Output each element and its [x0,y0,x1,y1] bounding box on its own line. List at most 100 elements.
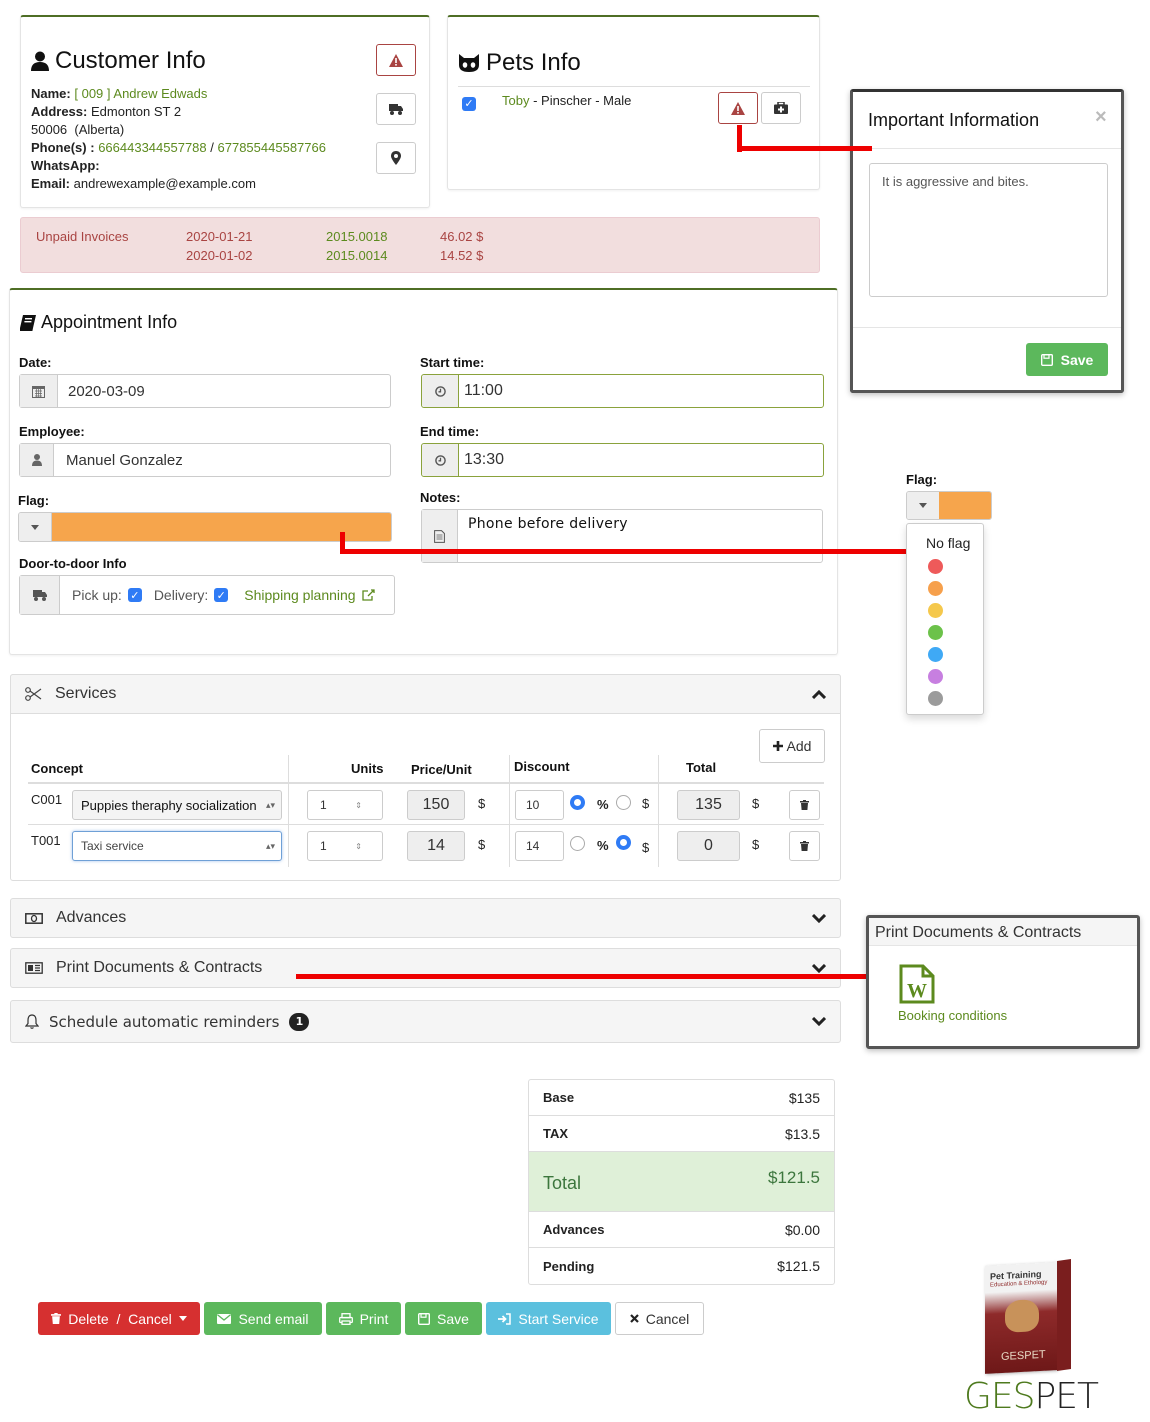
flag-option-color[interactable] [928,669,943,684]
print-docs-section-header[interactable]: Print Documents & Contracts [10,948,841,988]
flag-option-color[interactable] [928,603,943,618]
flag-dropdown-toggle[interactable] [907,492,939,519]
employee-select[interactable]: Manuel Gonzalez [54,444,390,476]
modal-title: Important Information [868,110,1040,130]
end-time-group: 13:30 [421,443,824,477]
customer-info-title: Customer Info [31,47,206,75]
date-label: Date: [19,355,52,370]
invoice-number-link[interactable]: 2015.0018 [326,229,387,244]
start-time-group: 11:00 [421,374,824,408]
invoice-date: 2020-01-21 [186,229,253,244]
user-icon [31,454,42,466]
delete-service-button[interactable] [789,831,820,861]
reminders-section-header[interactable]: Schedule automatic reminders 1 [10,1000,841,1043]
currency-symbol: $ [752,796,760,811]
pets-info-title: Pets Info [458,49,581,77]
flag-dropdown-select[interactable] [906,491,992,520]
connector-line [737,146,872,151]
modal-footer-divider [853,327,1121,328]
discount-percent-radio[interactable] [570,836,585,851]
chevron-down-icon[interactable] [812,963,826,973]
start-time-input[interactable]: 11:00 [459,375,823,407]
modal-save-button[interactable]: Save [1026,343,1108,376]
flag-option-color[interactable] [928,559,943,574]
flag-dropdown-label: Flag: [906,472,938,487]
booking-conditions-link[interactable]: Booking conditions [898,1008,1007,1023]
start-service-button[interactable]: Start Service [486,1302,611,1335]
pet-warning-button[interactable] [718,92,758,124]
flag-option-color[interactable] [928,691,943,706]
service-total-field: 135 [677,790,740,820]
door-to-door-label: Door-to-door Info [19,556,127,571]
flag-option-color[interactable] [928,647,943,662]
important-info-textarea[interactable]: It is aggressive and bites. [869,163,1108,297]
discount-percent-radio[interactable] [570,795,585,810]
save-button[interactable]: Save [405,1302,482,1335]
customer-details: Name: [ 009 ] Andrew Edwads Address: Edm… [31,85,326,193]
customer-warning-button[interactable] [376,44,416,76]
invoice-number-link[interactable]: 2015.0014 [326,248,387,263]
send-email-button[interactable]: Send email [204,1302,322,1335]
box-spine [1057,1259,1071,1371]
external-link-icon [361,589,375,601]
service-units-input[interactable]: 1 ⇕ [307,790,383,820]
select-arrows-icon: ▴▾ [265,840,275,851]
modal-header-divider [853,148,1121,149]
floppy-icon [418,1312,431,1325]
chevron-down-icon[interactable] [812,913,826,923]
product-box-image: Pet Training Education & Ethology GESPET [985,1258,1073,1374]
flag-dropdown-menu: No flag [906,523,984,715]
col-header-units: Units [351,761,384,776]
flag-option-color[interactable] [928,625,943,640]
service-discount-input[interactable]: 14 [515,831,564,861]
col-header-discount: Discount [514,759,570,774]
summary-row-base: Base $135 [529,1080,834,1116]
flag-dropdown-toggle[interactable] [19,513,52,541]
pet-checkbox[interactable]: ✓ [462,95,476,111]
delete-cancel-dropdown-button[interactable]: Delete / Cancel [38,1302,200,1335]
customer-location-button[interactable] [376,142,416,174]
advances-section-header[interactable]: Advances [10,898,841,938]
envelope-icon [217,1313,232,1324]
book-icon [20,314,36,331]
summary-row-total: Total $121.5 [529,1152,834,1212]
column-divider [658,755,659,867]
date-input[interactable]: 2020-03-09 [58,375,390,407]
discount-amount-radio[interactable] [616,835,631,850]
pet-name-link[interactable]: Toby [502,93,529,108]
services-header[interactable]: Services [10,674,841,714]
chevron-up-icon[interactable] [812,689,826,699]
print-button[interactable]: Print [326,1302,401,1335]
pet-medical-button[interactable] [761,92,801,124]
phone-link-1[interactable]: 666443344557788 [98,140,206,155]
cancel-button[interactable]: Cancel [615,1302,704,1335]
delete-service-button[interactable] [789,790,820,820]
phone-link-2[interactable]: 677855445587766 [218,140,326,155]
customer-name-link[interactable]: [ 009 ] Andrew Edwads [74,86,207,101]
spinner-icon[interactable]: ⇕ [355,842,362,851]
service-discount-input[interactable]: 10 [515,790,564,820]
flag-option-color[interactable] [928,581,943,596]
flag-option-none[interactable]: No flag [926,535,970,551]
spinner-icon[interactable]: ⇕ [355,801,362,810]
summary-table: Base $135 TAX $13.5 Total $121.5 Advances $0… [528,1079,835,1285]
shipping-planning-link[interactable]: Shipping planning [244,587,355,603]
customer-delivery-button[interactable] [376,93,416,125]
service-concept-select[interactable]: Taxi service ▴▾ [72,831,282,861]
flag-select[interactable] [18,512,392,542]
box-logo: GESPET [1001,1348,1046,1364]
print-docs-popup-title: Print Documents & Contracts [875,924,1082,941]
select-arrows-icon: ▴▾ [265,799,275,810]
pickup-checkbox[interactable]: ✓ [127,588,142,602]
notes-textarea[interactable]: Phone before delivery [458,510,822,562]
end-time-input[interactable]: 13:30 [459,444,823,476]
modal-close-button[interactable]: × [1095,106,1107,129]
delivery-checkbox[interactable]: ✓ [214,588,229,602]
add-service-button[interactable]: Add [759,729,825,763]
word-document-icon[interactable]: W [899,964,935,1007]
service-concept-select[interactable]: Puppies theraphy socialization ▴▾ [72,790,282,820]
discount-amount-radio[interactable] [616,795,631,810]
chevron-down-icon[interactable] [812,1017,826,1026]
unpaid-invoices-label: Unpaid Invoices [36,229,129,244]
service-units-input[interactable]: 1 ⇕ [307,831,383,861]
